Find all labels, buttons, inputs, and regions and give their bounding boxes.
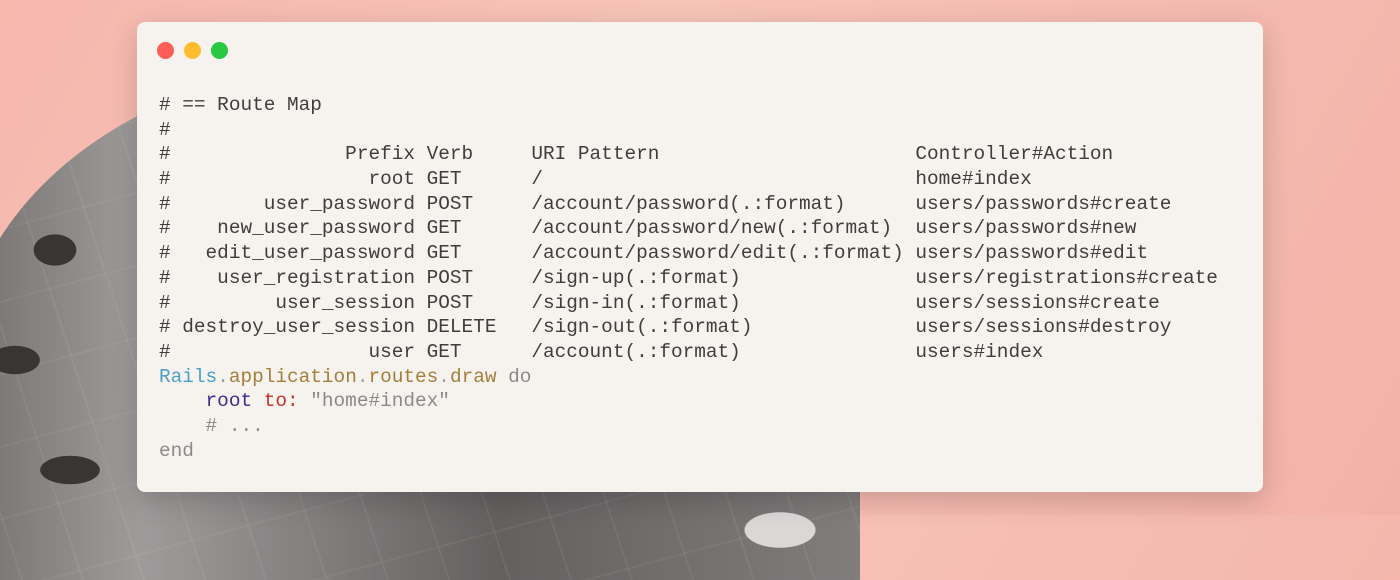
code-line-root-route: root to: "home#index" xyxy=(159,389,1218,414)
rails-constant: Rails xyxy=(159,365,218,388)
window-controls xyxy=(157,42,228,59)
root-call: root xyxy=(205,390,253,413)
dot-separator: . xyxy=(217,365,229,388)
draw-method: draw xyxy=(449,365,497,388)
code-line-route-header: # Prefix Verb URI Pattern Controller#Act… xyxy=(159,143,1114,166)
routes-method: routes xyxy=(368,365,439,388)
code-line-route-user: # user GET /account(.:format) users#inde… xyxy=(159,340,1044,363)
to-symbol: to: xyxy=(252,390,299,413)
code-line-route-map-title: # == Route Map xyxy=(159,94,322,116)
code-line-route-destroy-user-session: # destroy_user_session DELETE /sign-out(… xyxy=(159,316,1172,339)
code-block: # == Route Map # # Prefix Verb URI Pattern… xyxy=(159,93,1218,463)
close-button[interactable] xyxy=(157,42,174,59)
code-line-route-user-password: # user_password POST /account/password(.… xyxy=(159,192,1172,215)
dot-separator: . xyxy=(438,365,450,388)
minimize-button[interactable] xyxy=(184,42,201,59)
home-index-string: "home#index" xyxy=(298,390,450,413)
code-line-routes-draw: Rails.application.routes.draw do xyxy=(159,365,1218,390)
code-line-route-new-user-password: # new_user_password GET /account/passwor… xyxy=(159,217,1137,240)
application-method: application xyxy=(228,365,357,388)
code-window: # == Route Map # # Prefix Verb URI Pattern… xyxy=(137,22,1263,492)
dot-separator: . xyxy=(356,365,369,388)
code-line-route-root: # root GET / home#index xyxy=(159,168,1032,191)
code-line-route-edit-user-password: # edit_user_password GET /account/passwo… xyxy=(159,242,1149,265)
code-line-ellipsis-comment: # ... xyxy=(159,414,264,437)
do-keyword: do xyxy=(496,365,532,388)
code-line-route-user-session: # user_session POST /sign-in(.:format) u… xyxy=(159,291,1160,314)
code-line-end: end xyxy=(159,439,194,462)
code-line-comment-blank: # xyxy=(159,118,171,141)
maximize-button[interactable] xyxy=(211,42,228,59)
code-line-route-user-registration: # user_registration POST /sign-up(.:form… xyxy=(159,266,1218,289)
